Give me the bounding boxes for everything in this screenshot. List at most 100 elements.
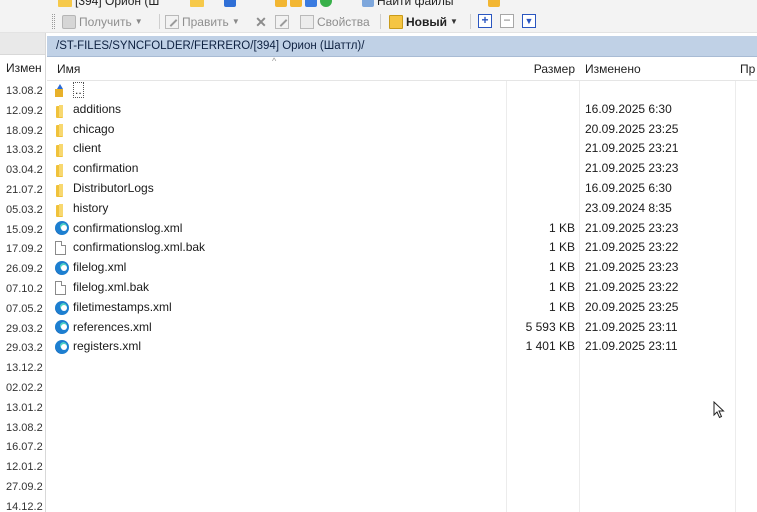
- filter-button[interactable]: ▼: [522, 14, 536, 28]
- properties-button[interactable]: Свойства: [300, 13, 370, 30]
- parent-dir-row[interactable]: ..: [47, 80, 757, 100]
- column-headers: Имя ^ Размер Изменено Пр: [47, 56, 757, 81]
- file-row[interactable]: references.xml 5 593 KB 21.09.2025 23:11: [47, 318, 757, 338]
- file-name-cell: DistributorLogs: [55, 179, 495, 199]
- get-button[interactable]: Получить ▼: [62, 13, 143, 30]
- file-name-cell: filelog.xml: [55, 258, 495, 278]
- left-panel-row[interactable]: 29.03.2: [0, 320, 45, 340]
- new-folder-icon: [389, 14, 403, 29]
- file-size: [497, 199, 575, 219]
- left-panel-row[interactable]: 07.10.2: [0, 280, 45, 300]
- file-size: [497, 120, 575, 140]
- edit-icon: [165, 14, 179, 29]
- folder-row[interactable]: DistributorLogs 16.09.2025 6:30: [47, 179, 757, 199]
- column-header-size[interactable]: Размер: [497, 58, 575, 81]
- view-icon: [224, 0, 236, 7]
- folder-icon: [58, 0, 72, 7]
- left-panel-row[interactable]: 12.01.2: [0, 458, 45, 478]
- rename-icon: [275, 14, 289, 29]
- folder-row[interactable]: history 23.09.2024 8:35: [47, 199, 757, 219]
- file-name-cell: confirmationslog.xml.bak: [55, 238, 495, 258]
- left-panel-row[interactable]: 13.08.2: [0, 419, 45, 439]
- file-row[interactable]: filelog.xml.bak 1 KB 21.09.2025 23:22: [47, 278, 757, 298]
- left-panel-row[interactable]: 05.03.2: [0, 201, 45, 221]
- column-header-extra[interactable]: Пр: [740, 58, 755, 81]
- left-panel-row[interactable]: 13.08.2: [0, 82, 45, 102]
- path-bar[interactable]: /ST-FILES/SYNCFOLDER/FERRERO/[394] Орион…: [47, 36, 757, 57]
- file-name-cell: ..: [55, 80, 495, 100]
- xml-file-icon: [55, 300, 69, 315]
- file-size: [497, 100, 575, 120]
- tab-current-folder[interactable]: [394] Орион (Ш: [58, 0, 159, 9]
- left-panel-row[interactable]: 18.09.2: [0, 122, 45, 142]
- left-panel-row[interactable]: 21.07.2: [0, 181, 45, 201]
- left-panel-row[interactable]: 26.09.2: [0, 260, 45, 280]
- folder-row[interactable]: confirmation 21.09.2025 23:23: [47, 159, 757, 179]
- folder-row[interactable]: additions 16.09.2025 6:30: [47, 100, 757, 120]
- file-row[interactable]: confirmationslog.xml.bak 1 KB 21.09.2025 2…: [47, 238, 757, 258]
- file-row[interactable]: registers.xml 1 401 KB 21.09.2025 23:11: [47, 337, 757, 357]
- file-name: history: [73, 200, 109, 215]
- folder-row[interactable]: client 21.09.2025 23:21: [47, 139, 757, 159]
- properties-label: Свойства: [317, 14, 370, 29]
- find-files-button[interactable]: Найти файлы: [362, 0, 453, 9]
- left-panel-row[interactable]: 13.03.2: [0, 141, 45, 161]
- column-header-modified[interactable]: Изменено: [585, 58, 641, 81]
- file-modified: 21.09.2025 23:21: [585, 141, 679, 156]
- new-button[interactable]: Новый ▼: [389, 13, 458, 30]
- left-panel-row[interactable]: 17.09.2: [0, 240, 45, 260]
- extra-button[interactable]: [488, 0, 500, 9]
- file-name-cell: filelog.xml.bak: [55, 278, 495, 298]
- file-list: Имя ^ Размер Изменено Пр .. additions 16.0…: [47, 56, 757, 512]
- toolbar-grip[interactable]: [52, 14, 55, 29]
- file-row[interactable]: filetimestamps.xml 1 KB 20.09.2025 23:25: [47, 298, 757, 318]
- expand-all-button[interactable]: +: [478, 14, 492, 28]
- bookmark-button[interactable]: [190, 0, 204, 9]
- file-name: filetimestamps.xml: [73, 299, 172, 314]
- folder-icon: [55, 202, 69, 217]
- collapse-all-button[interactable]: −: [500, 14, 514, 28]
- left-panel-row[interactable]: 14.12.2: [0, 498, 45, 512]
- file-name-cell: references.xml: [55, 318, 495, 338]
- file-name: references.xml: [73, 319, 152, 334]
- folder-icon: [275, 0, 287, 7]
- left-panel-row[interactable]: 16.07.2: [0, 438, 45, 458]
- file-name-cell: confirmation: [55, 159, 495, 179]
- column-header-name[interactable]: Имя: [57, 58, 80, 81]
- file-name-cell: chicago: [55, 120, 495, 140]
- top-toolbar: [394] Орион (Ш Найти файлы: [0, 0, 757, 10]
- left-panel-row[interactable]: 13.12.2: [0, 359, 45, 379]
- left-panel-row[interactable]: 27.09.2: [0, 478, 45, 498]
- left-panel-row[interactable]: 02.02.2: [0, 379, 45, 399]
- find-files-label: Найти файлы: [377, 0, 454, 8]
- quick-actions[interactable]: [275, 0, 332, 9]
- file-size: 1 KB: [548, 220, 575, 235]
- toolbar-separator: [470, 14, 471, 29]
- file-size: 1 401 KB: [525, 339, 575, 354]
- file-size: [497, 159, 575, 179]
- left-panel-path-bar: [0, 33, 45, 55]
- left-panel-row[interactable]: 07.05.2: [0, 300, 45, 320]
- file-size: 1 KB: [548, 260, 575, 275]
- left-panel-row[interactable]: 03.04.2: [0, 161, 45, 181]
- left-column-header-modified[interactable]: Измен: [0, 55, 45, 82]
- nav-button[interactable]: [224, 0, 236, 9]
- file-name-cell: confirmationslog.xml: [55, 219, 495, 239]
- edit-button[interactable]: Править ▼: [165, 13, 240, 30]
- rename-button[interactable]: [275, 13, 289, 30]
- file-modified: 16.09.2025 6:30: [585, 181, 672, 195]
- new-label: Новый: [406, 14, 447, 29]
- delete-button[interactable]: ✕: [254, 13, 268, 30]
- file-size: [497, 80, 575, 100]
- left-panel-row[interactable]: 29.03.2: [0, 339, 45, 359]
- folder-row[interactable]: chicago 20.09.2025 23:25: [47, 120, 757, 140]
- left-panel-row[interactable]: 13.01.2: [0, 399, 45, 419]
- left-panel-row[interactable]: 15.09.2: [0, 221, 45, 241]
- left-panel-row[interactable]: 12.09.2: [0, 102, 45, 122]
- file-row[interactable]: confirmationslog.xml 1 KB 21.09.2025 23:23: [47, 219, 757, 239]
- xml-file-icon: [55, 320, 69, 335]
- file-modified: 20.09.2025 23:25: [585, 299, 679, 314]
- folder-icon: [55, 162, 69, 178]
- file-row[interactable]: filelog.xml 1 KB 21.09.2025 23:23: [47, 258, 757, 278]
- file-size: 5 593 KB: [525, 319, 575, 334]
